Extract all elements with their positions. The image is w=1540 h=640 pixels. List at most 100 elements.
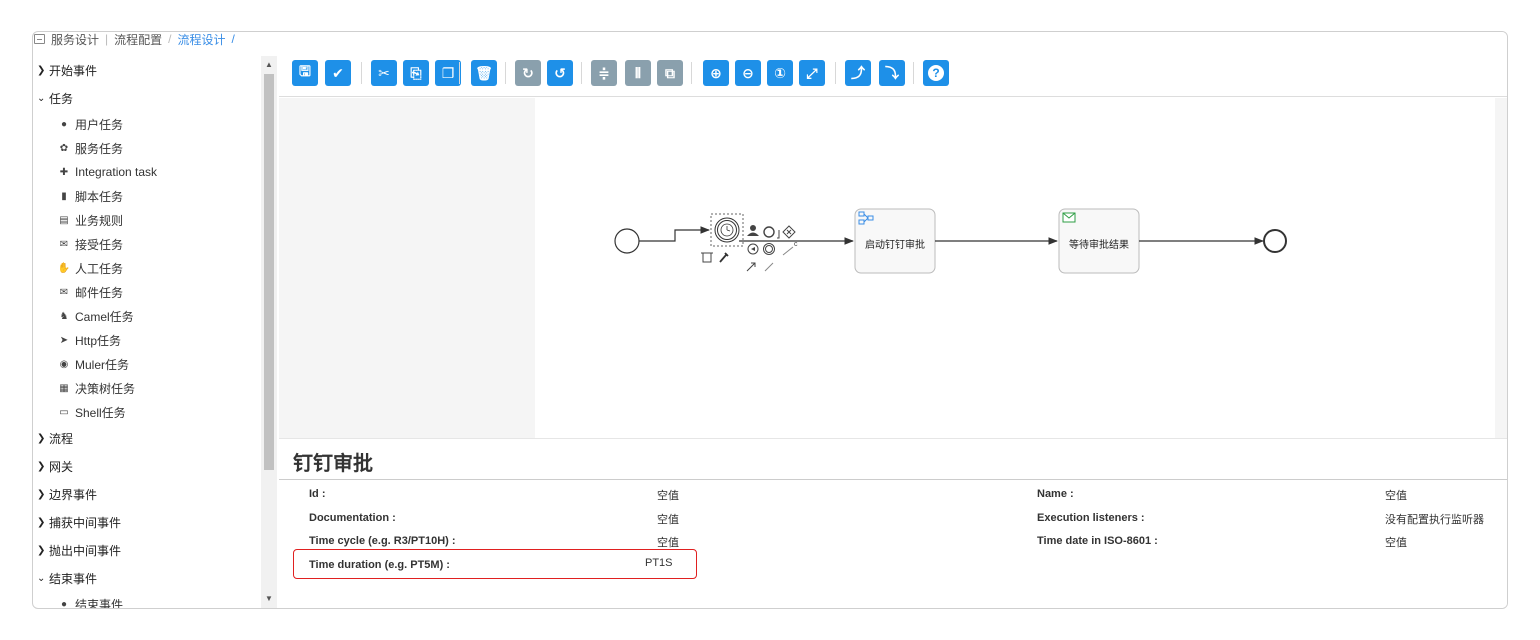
chevron-right-icon: ❯ <box>37 488 46 500</box>
delete-button[interactable]: 🗑 <box>471 60 497 86</box>
start-event[interactable] <box>614 228 640 254</box>
end-event[interactable] <box>1263 229 1287 253</box>
hand-icon: ✋ <box>57 262 71 274</box>
append-annotation-icon[interactable] <box>777 230 780 239</box>
prop-value-documentation[interactable]: 空值 <box>657 511 679 527</box>
bpmn-diagram[interactable]: c <box>279 98 1508 438</box>
line-icon[interactable] <box>764 262 774 272</box>
delete-icon[interactable] <box>701 252 713 263</box>
chevron-right-icon: ❯ <box>37 432 46 444</box>
grid-icon: ▦ <box>59 382 69 394</box>
bend-point-add-button[interactable]: ⤴ <box>845 60 871 86</box>
prop-label-time-cycle: Time cycle (e.g. R3/PT10H) : <box>309 535 456 547</box>
save-button[interactable]: 🖫 <box>292 60 318 86</box>
append-end-event-icon[interactable] <box>763 226 775 238</box>
append-intermediate-event-icon[interactable] <box>763 243 775 255</box>
copy-button[interactable]: ⎘ <box>403 60 429 86</box>
scroll-up-icon[interactable]: ▲ <box>261 58 277 72</box>
scroll-down-icon[interactable]: ▼ <box>261 592 277 606</box>
zoom-in-button[interactable]: ⊕ <box>703 60 729 86</box>
palette-item-label: 用户任务 <box>75 117 124 132</box>
redo-button[interactable]: ↻ <box>515 60 541 86</box>
prop-value-execution-listeners[interactable]: 没有配置执行监听器 <box>1385 511 1484 527</box>
palette-group[interactable]: ❯ 网关 <box>33 452 277 480</box>
connect-icon[interactable] <box>782 246 794 256</box>
palette-item[interactable]: ▮ 脚本任务 <box>33 184 277 208</box>
sequence-flow[interactable] <box>639 226 710 242</box>
palette-item[interactable]: ✿ 服务任务 <box>33 136 277 160</box>
prop-value-time-date[interactable]: 空值 <box>1385 534 1407 550</box>
palette-group[interactable]: ❯ 边界事件 <box>33 480 277 508</box>
terminal-icon: ▭ <box>59 406 69 418</box>
append-gateway-icon[interactable] <box>782 225 796 239</box>
trash-icon: 🗑 <box>475 64 493 81</box>
toolbar-separator <box>581 62 582 84</box>
help-button[interactable]: ? <box>923 60 949 86</box>
palette-group-label: 边界事件 <box>49 487 98 502</box>
prop-label-documentation: Documentation : <box>309 512 396 524</box>
same-size-button[interactable]: ⧉ <box>657 60 683 86</box>
timer-event[interactable] <box>714 217 740 243</box>
palette-group[interactable]: ❯ 流程 <box>33 424 277 452</box>
zoom-in-icon: ⊕ <box>710 64 722 81</box>
palette-item[interactable]: ✉ 接受任务 <box>33 232 277 256</box>
palette-item[interactable]: ● 结束事件 <box>33 592 277 609</box>
scissors-icon: ✂ <box>378 64 390 81</box>
camel-icon: ♞ <box>59 310 69 322</box>
palette-scrollbar[interactable]: ▲ ▼ <box>261 56 277 608</box>
task-label[interactable]: 启动钉钉审批 <box>855 236 935 251</box>
properties-title: 钉钉审批 <box>293 453 373 475</box>
palette-item-label: Camel任务 <box>75 309 134 324</box>
task-label[interactable]: 等待审批结果 <box>1059 236 1139 251</box>
palette-item-label: 脚本任务 <box>75 189 124 204</box>
palette-item[interactable]: ▤ 业务规则 <box>33 208 277 232</box>
palette-group[interactable]: ❯ 抛出中间事件 <box>33 536 277 564</box>
align-horizontal-button[interactable]: ≑ <box>591 60 617 86</box>
diagram-canvas[interactable]: c 启动钉钉审批 等待审批结果 <box>279 98 1508 438</box>
editor-toolbar: 🖫 ✔ ✂ ⎘ ❐ 🗑 ↻ ↺ ≑ ⫴ ⧉ ⊕ ⊖ ① ⤢ ⤴ ⤵? <box>279 32 1507 97</box>
toolbar-separator <box>913 62 914 84</box>
bend-point-remove-button[interactable]: ⤵ <box>879 60 905 86</box>
palette-group-label: 结束事件 <box>49 571 98 586</box>
bendpoint-add-icon: ⤴ <box>851 65 865 81</box>
copy-icon: ⎘ <box>410 64 422 81</box>
palette-item[interactable]: ● 用户任务 <box>33 112 277 136</box>
chevron-down-icon: ⌄ <box>37 572 46 584</box>
palette-group[interactable]: ⌄ 任务 <box>33 84 277 112</box>
cut-button[interactable]: ✂ <box>371 60 397 86</box>
align-vertical-button[interactable]: ⫴ <box>625 60 651 86</box>
wrench-icon[interactable] <box>719 252 729 263</box>
element-palette: ❯ 开始事件 ⌄ 任务 ● 用户任务 ✿ 服务任务 ✚ Integration task ▮ 脚本任务… <box>33 56 277 609</box>
zoom-out-button[interactable]: ⊖ <box>735 60 761 86</box>
palette-group[interactable]: ⌄ 结束事件 <box>33 564 277 592</box>
palette-item-label: 接受任务 <box>75 237 124 252</box>
end-event-icon: ● <box>60 598 68 609</box>
palette-item[interactable]: ✉ 邮件任务 <box>33 280 277 304</box>
append-user-task-icon[interactable] <box>747 225 759 236</box>
prop-value-time-cycle[interactable]: 空值 <box>657 534 679 550</box>
paste-button[interactable]: ❐ <box>435 60 461 86</box>
integration-icon: ✚ <box>59 166 69 178</box>
palette-group-label: 开始事件 <box>49 63 98 78</box>
append-intermediate-icon[interactable] <box>747 243 759 255</box>
palette-item[interactable]: ✋ 人工任务 <box>33 256 277 280</box>
connect-arrow-icon[interactable] <box>746 262 756 272</box>
palette-group[interactable]: ❯ 捕获中间事件 <box>33 508 277 536</box>
highlight-box <box>293 549 697 579</box>
validate-button[interactable]: ✔ <box>325 60 351 86</box>
prop-value-name[interactable]: 空值 <box>1385 487 1407 503</box>
zoom-fit-button[interactable]: ⤢ <box>799 60 825 86</box>
undo-button[interactable]: ↺ <box>547 60 573 86</box>
palette-item[interactable]: ◉ Muler任务 <box>33 352 277 376</box>
palette-item[interactable]: ♞ Camel任务 <box>33 304 277 328</box>
scrollbar-thumb[interactable] <box>264 74 274 470</box>
palette-item[interactable]: ▭ Shell任务 <box>33 400 277 424</box>
palette-item-label: Muler任务 <box>75 357 130 372</box>
palette-item[interactable]: ➤ Http任务 <box>33 328 277 352</box>
palette-item[interactable]: ▦ 决策树任务 <box>33 376 277 400</box>
palette-group[interactable]: ❯ 开始事件 <box>33 56 277 84</box>
zoom-actual-button[interactable]: ① <box>767 60 793 86</box>
prop-value-id[interactable]: 空值 <box>657 487 679 503</box>
toolbar-separator <box>691 62 692 84</box>
palette-item[interactable]: ✚ Integration task <box>33 160 277 184</box>
